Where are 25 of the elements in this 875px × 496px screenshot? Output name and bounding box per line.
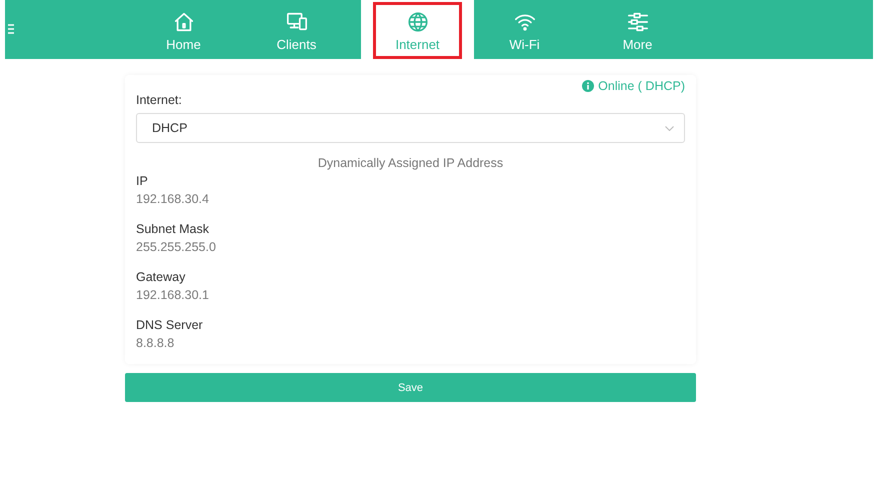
field-value: 192.168.30.1	[136, 288, 210, 302]
home-icon	[172, 11, 194, 33]
field-label: Subnet Mask	[136, 222, 210, 236]
chevron-down-icon	[665, 126, 674, 130]
connection-type-select[interactable]: DHCP	[136, 113, 685, 143]
field-value: 255.255.255.0	[136, 240, 217, 254]
sliders-icon	[626, 11, 648, 33]
nav-tab[interactable]: Clients	[240, 0, 353, 59]
field-label: IP	[136, 174, 149, 188]
field-label: DNS Server	[136, 318, 204, 332]
section-title: Dynamically Assigned IP Address	[316, 156, 504, 170]
nav-tab[interactable]: Home	[127, 0, 240, 59]
save-button[interactable]: Save	[125, 373, 696, 402]
status-text: Online ( DHCP)	[598, 79, 685, 93]
nav-tab[interactable]: Wi-Fi	[468, 0, 581, 59]
field-label: Gateway	[136, 270, 186, 284]
globe-icon	[406, 11, 428, 33]
field-label: Internet:	[136, 93, 183, 107]
nav-tab[interactable]: Internet	[373, 2, 462, 59]
field-value: 192.168.30.4	[136, 192, 210, 206]
nav-tab[interactable]: More	[581, 0, 694, 59]
info-icon	[582, 80, 594, 92]
monitor-phone-icon	[286, 11, 308, 33]
field-value: 8.8.8.8	[136, 336, 176, 350]
menu-icon[interactable]	[8, 24, 14, 34]
